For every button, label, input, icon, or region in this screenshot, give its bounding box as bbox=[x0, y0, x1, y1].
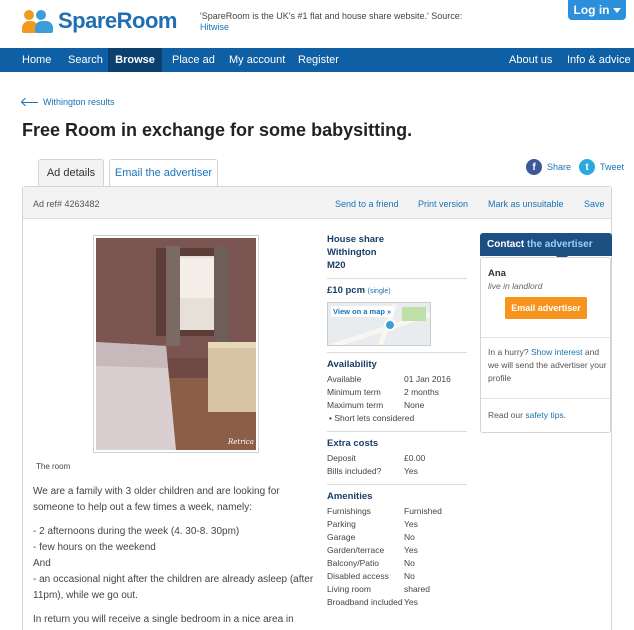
tagline: 'SpareRoom is the UK's #1 flat and house… bbox=[200, 11, 463, 32]
amenity-row: Living room shared bbox=[327, 584, 430, 594]
nav-home[interactable]: Home bbox=[22, 48, 51, 72]
email-advertiser-button[interactable]: Email advertiser bbox=[505, 297, 587, 319]
tab-email-advertiser[interactable]: Email the advertiser bbox=[109, 159, 218, 186]
amenity-row: Broadband included Yes bbox=[327, 597, 418, 607]
amenity-row: Garden/terrace Yes bbox=[327, 545, 418, 555]
room-photo[interactable]: Retrica bbox=[93, 235, 259, 453]
advertiser-role: live in landlord bbox=[488, 281, 543, 291]
nav-my-account[interactable]: My account bbox=[229, 48, 285, 72]
save-link[interactable]: Save bbox=[584, 199, 605, 209]
availability-row: Available 01 Jan 2016 bbox=[327, 374, 451, 384]
mark-unsuitable-link[interactable]: Mark as unsuitable bbox=[488, 199, 564, 209]
photo-watermark: Retrica bbox=[227, 438, 254, 446]
photo-caption: The room bbox=[36, 462, 71, 471]
spareroom-logo[interactable]: SpareRoom bbox=[22, 8, 177, 34]
short-lets-note: • Short lets considered bbox=[329, 413, 415, 423]
nav-place-ad[interactable]: Place ad bbox=[172, 48, 215, 72]
ad-summary: House share Withington M20 £10 pcm (sing… bbox=[327, 233, 467, 609]
print-version-link[interactable]: Print version bbox=[418, 199, 468, 209]
site-header: SpareRoom 'SpareRoom is the UK's #1 flat… bbox=[0, 0, 634, 48]
caret-down-icon bbox=[612, 7, 621, 13]
twitter-tweet-button[interactable]: t Tweet bbox=[579, 159, 624, 175]
tab-ad-details[interactable]: Ad details bbox=[38, 159, 104, 187]
price-note: (single) bbox=[367, 288, 391, 295]
map-thumbnail[interactable]: View on a map » bbox=[327, 302, 431, 346]
map-pin-icon bbox=[384, 319, 396, 331]
breadcrumb[interactable]: Withington results bbox=[22, 97, 115, 107]
amenities-heading: Amenities bbox=[327, 491, 373, 502]
description-paragraph: We are a family with 3 older children an… bbox=[33, 486, 280, 513]
description-line: In return you will receive a single bedr… bbox=[33, 614, 294, 625]
send-to-friend-link[interactable]: Send to a friend bbox=[335, 199, 399, 209]
ad-panel: Ad ref# 4263482 Send to a friend Print v… bbox=[22, 186, 612, 630]
nav-browse[interactable]: Browse bbox=[108, 48, 162, 72]
tagline-source-link[interactable]: Hitwise bbox=[200, 22, 229, 32]
contact-box: Ana live in landlord Email advertiser In… bbox=[480, 257, 611, 433]
availability-heading: Availability bbox=[327, 359, 377, 370]
extra-costs-row: Deposit £0.00 bbox=[327, 453, 426, 463]
nav-info-advice[interactable]: Info & advice bbox=[567, 48, 631, 72]
nav-search[interactable]: Search bbox=[68, 48, 103, 72]
price: £10 pcm (single) bbox=[327, 285, 391, 296]
description-line: And bbox=[33, 558, 51, 569]
contact-advertiser-heading: Contact the advertiser bbox=[480, 233, 612, 262]
ad-toolbar: Ad ref# 4263482 Send to a friend Print v… bbox=[23, 187, 611, 219]
property-postcode: M20 bbox=[327, 260, 346, 271]
description-line: - 2 afternoons during the week (4. 30-8.… bbox=[33, 526, 240, 537]
property-area: Withington bbox=[327, 247, 377, 258]
description-line: - few hours on the weekend bbox=[33, 542, 156, 553]
twitter-icon: t bbox=[579, 159, 595, 175]
show-interest-link[interactable]: Show interest bbox=[531, 347, 583, 357]
amenity-row: Balcony/Patio No bbox=[327, 558, 415, 568]
page-title: Free Room in exchange for some babysitti… bbox=[22, 120, 413, 140]
ad-description: We are a family with 3 older children an… bbox=[33, 484, 323, 628]
ad-reference: Ad ref# 4263482 bbox=[33, 199, 100, 209]
advertiser-name: Ana bbox=[488, 268, 506, 279]
availability-row: Maximum term None bbox=[327, 400, 425, 410]
view-on-map-link[interactable]: View on a map » bbox=[331, 306, 394, 317]
nav-register[interactable]: Register bbox=[298, 48, 339, 72]
amenity-row: Disabled access No bbox=[327, 571, 415, 581]
extra-costs-heading: Extra costs bbox=[327, 438, 379, 449]
extra-costs-row: Bills included? Yes bbox=[327, 466, 418, 476]
amenity-row: Parking Yes bbox=[327, 519, 418, 529]
show-interest-text: In a hurry? Show interest and we will se… bbox=[488, 347, 607, 383]
nav-about-us[interactable]: About us bbox=[509, 48, 552, 72]
login-button[interactable]: Log in bbox=[568, 0, 626, 20]
facebook-share-button[interactable]: f Share bbox=[526, 159, 571, 175]
property-type: House share bbox=[327, 234, 385, 245]
main-nav: Home Search Browse Place ad My account R… bbox=[0, 48, 634, 72]
facebook-icon: f bbox=[526, 159, 542, 175]
logo-text: SpareRoom bbox=[58, 8, 177, 33]
amenity-row: Garage No bbox=[327, 532, 415, 542]
arrow-left-icon bbox=[22, 101, 38, 103]
people-logo-icon bbox=[22, 9, 56, 33]
amenity-row: Furnishings Furnished bbox=[327, 506, 442, 516]
availability-row: Minimum term 2 months bbox=[327, 387, 439, 397]
safety-tips-text: Read our safety tips. bbox=[488, 410, 566, 420]
description-line: - an occasional night after the children… bbox=[33, 574, 314, 601]
safety-tips-link[interactable]: safety tips bbox=[525, 410, 563, 420]
